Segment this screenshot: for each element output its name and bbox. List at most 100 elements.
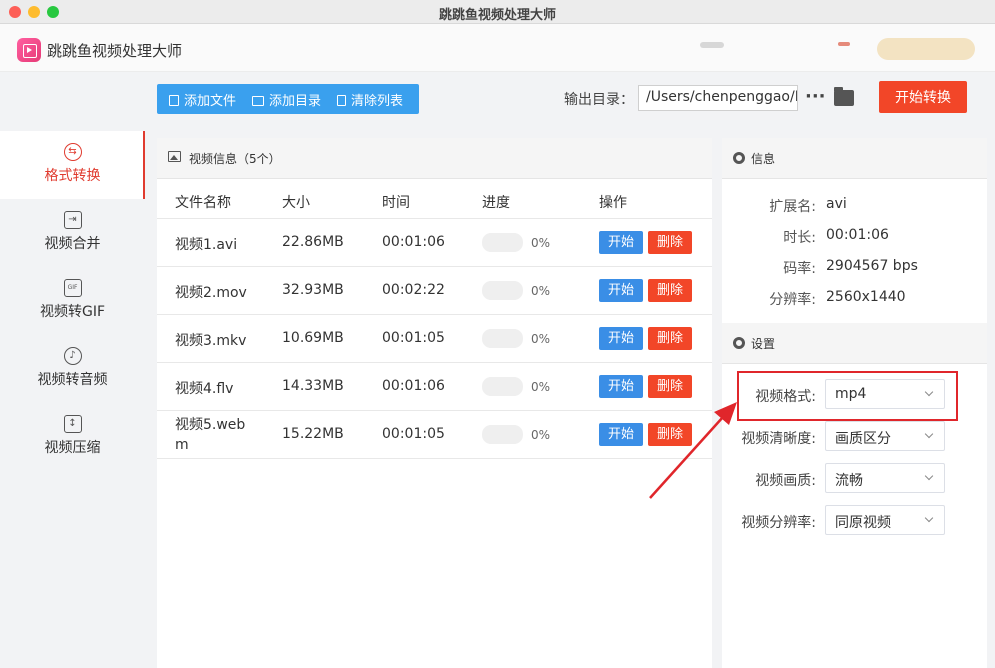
chevron-down-icon	[924, 513, 934, 523]
sidebar-item-compress[interactable]: ↕ 视频压缩	[0, 403, 145, 471]
progress-bar	[482, 281, 523, 300]
open-folder-icon[interactable]	[834, 87, 854, 106]
window-title: 跳跳鱼视频处理大师	[438, 8, 556, 23]
progress-percent: 0%	[531, 236, 551, 250]
column-header-time: 时间	[382, 195, 410, 211]
header-vip-badge[interactable]	[877, 38, 975, 60]
sidebar: ⇆ 格式转换 ⇥ 视频合并 GIF 视频转GIF ♪ 视频转音频 ↕ 视频压缩	[0, 72, 145, 668]
annotation-highlight-box	[737, 371, 958, 421]
app-header: 跳跳鱼视频处理大师	[0, 24, 995, 72]
clear-list-button[interactable]: 清除列表	[321, 90, 403, 109]
row-delete-button[interactable]: 删除	[648, 423, 692, 446]
file-name: 视频1.avi	[175, 237, 238, 253]
start-convert-button[interactable]: 开始转换	[879, 81, 967, 113]
add-file-label: 添加文件	[184, 93, 237, 109]
add-folder-button[interactable]: 添加目录	[236, 90, 321, 109]
sidebar-item-format-convert[interactable]: ⇆ 格式转换	[0, 131, 145, 199]
video-list-title: 视频信息（5个）	[189, 152, 281, 166]
clear-list-label: 清除列表	[351, 93, 404, 109]
app-name: 跳跳鱼视频处理大师	[47, 42, 183, 60]
sidebar-item-audio[interactable]: ♪ 视频转音频	[0, 335, 145, 403]
file-name: 视频4.flv	[175, 381, 234, 397]
column-header-size: 大小	[282, 195, 310, 211]
gear-icon	[733, 337, 745, 349]
row-start-button[interactable]: 开始	[599, 423, 643, 446]
add-folder-label: 添加目录	[269, 93, 322, 109]
ext-value: avi	[826, 196, 847, 212]
progress-percent: 0%	[531, 428, 551, 442]
duration-value: 00:01:06	[826, 227, 889, 243]
progress-percent: 0%	[531, 284, 551, 298]
video-clarity-select[interactable]: 画质区分	[825, 421, 945, 451]
row-start-button[interactable]: 开始	[599, 279, 643, 302]
row-delete-button[interactable]: 删除	[648, 375, 692, 398]
resolution-label: 分辨率:	[769, 292, 816, 308]
video-quality-value: 流畅	[835, 473, 863, 489]
row-start-button[interactable]: 开始	[599, 327, 643, 350]
video-list-header: 视频信息（5个）	[157, 138, 712, 179]
file-size: 14.33MB	[282, 378, 344, 394]
progress-bar	[482, 425, 523, 444]
ext-label: 扩展名:	[769, 199, 816, 215]
file-time: 00:01:06	[382, 378, 445, 394]
chevron-down-icon	[924, 471, 934, 481]
window-titlebar: 跳跳鱼视频处理大师	[0, 0, 995, 24]
more-options-button[interactable]: ···	[805, 86, 826, 107]
sidebar-item-merge[interactable]: ⇥ 视频合并	[0, 199, 145, 267]
header-account-area[interactable]	[700, 42, 724, 48]
file-size: 22.86MB	[282, 234, 344, 250]
compress-icon: ↕	[63, 415, 82, 433]
table-row[interactable]: 视频2.mov 32.93MB 00:02:22 0% 开始 删除	[157, 267, 712, 315]
gear-icon	[733, 152, 745, 164]
info-header: 信息	[722, 138, 987, 179]
video-resolution-label: 视频分辨率:	[741, 515, 816, 531]
settings-title: 设置	[751, 337, 776, 351]
file-time: 00:01:05	[382, 330, 445, 346]
bitrate-label: 码率:	[783, 261, 816, 277]
column-header-action: 操作	[599, 195, 627, 211]
file-time: 00:01:05	[382, 426, 445, 442]
gif-icon: GIF	[63, 279, 82, 297]
video-resolution-value: 同原视频	[835, 515, 891, 531]
row-start-button[interactable]: 开始	[599, 375, 643, 398]
row-start-button[interactable]: 开始	[599, 231, 643, 254]
table-row[interactable]: 视频5.web m 15.22MB 00:01:05 0% 开始 删除	[157, 411, 712, 459]
column-header-progress: 进度	[482, 195, 510, 211]
format-convert-icon: ⇆	[63, 143, 82, 161]
sidebar-item-label: 视频合并	[44, 236, 101, 252]
audio-icon: ♪	[63, 347, 82, 365]
file-icon	[169, 94, 179, 106]
chevron-down-icon	[924, 429, 934, 439]
video-quality-select[interactable]: 流畅	[825, 463, 945, 493]
image-icon	[168, 151, 181, 162]
info-title: 信息	[751, 152, 776, 166]
row-delete-button[interactable]: 删除	[648, 327, 692, 350]
app-logo-icon	[17, 38, 41, 62]
progress-bar	[482, 377, 523, 396]
file-toolbar: 添加文件 添加目录 清除列表	[157, 84, 419, 114]
progress-bar	[482, 233, 523, 252]
header-menu-icon[interactable]	[838, 42, 850, 46]
table-row[interactable]: 视频4.flv 14.33MB 00:01:06 0% 开始 删除	[157, 363, 712, 411]
output-dir-input[interactable]: /Users/chenpenggao/D	[638, 85, 798, 111]
table-row[interactable]: 视频3.mkv 10.69MB 00:01:05 0% 开始 删除	[157, 315, 712, 363]
add-file-button[interactable]: 添加文件	[157, 90, 236, 109]
video-list-panel: 视频信息（5个） 文件名称 大小 时间 进度 操作 视频1.avi 22.86M…	[157, 138, 712, 668]
duration-label: 时长:	[783, 230, 816, 246]
bitrate-value: 2904567 bps	[826, 258, 918, 274]
video-clarity-value: 画质区分	[835, 431, 891, 447]
file-time: 00:01:06	[382, 234, 445, 250]
file-size: 32.93MB	[282, 282, 344, 298]
file-name: 视频3.mkv	[175, 333, 247, 349]
table-row[interactable]: 视频1.avi 22.86MB 00:01:06 0% 开始 删除	[157, 219, 712, 267]
row-delete-button[interactable]: 删除	[648, 279, 692, 302]
video-resolution-select[interactable]: 同原视频	[825, 505, 945, 535]
sidebar-item-label: 视频转音频	[37, 372, 108, 388]
sidebar-item-gif[interactable]: GIF 视频转GIF	[0, 267, 145, 335]
file-name: 视频2.mov	[175, 285, 247, 301]
column-header-name: 文件名称	[175, 195, 231, 211]
progress-percent: 0%	[531, 332, 551, 346]
settings-header: 设置	[722, 323, 987, 364]
resolution-value: 2560x1440	[826, 289, 906, 305]
row-delete-button[interactable]: 删除	[648, 231, 692, 254]
